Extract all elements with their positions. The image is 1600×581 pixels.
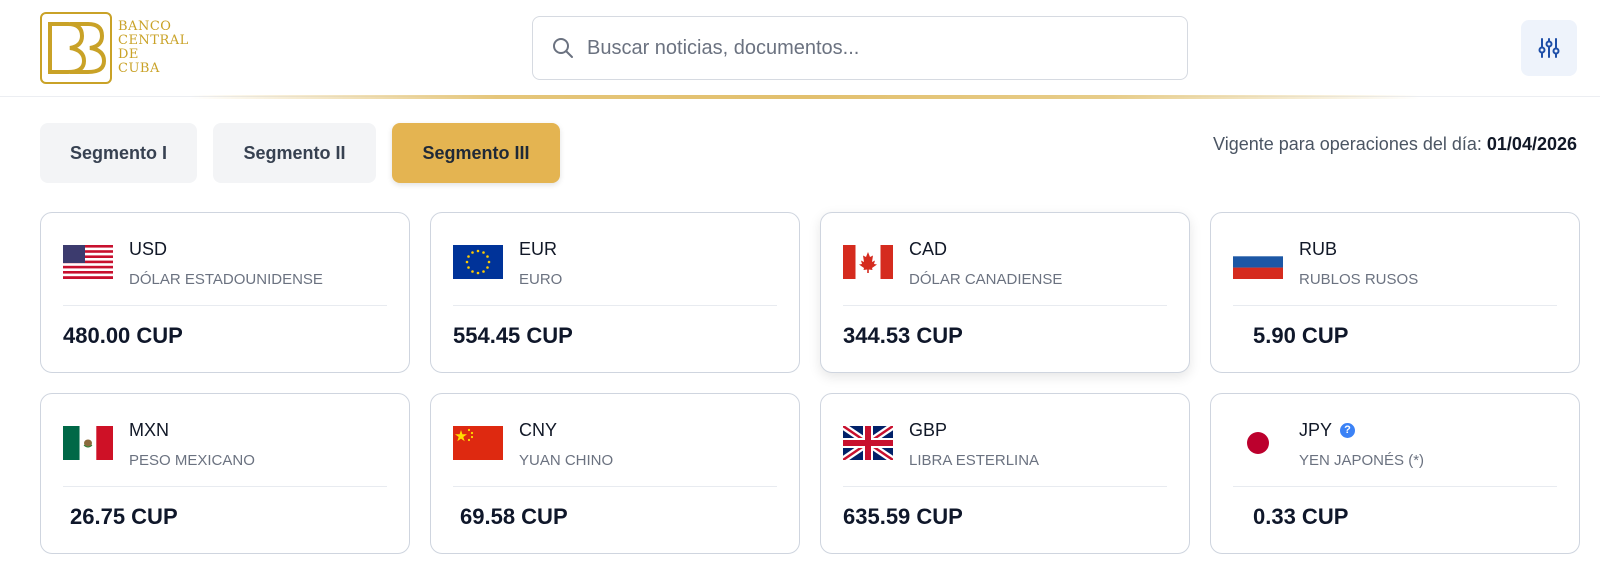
currency-name: DÓLAR CANADIENSE (909, 271, 1063, 288)
currency-code: CNY (519, 420, 558, 440)
currency-code: USD (129, 239, 168, 259)
currency-rate: 69.58 CUP (460, 504, 568, 529)
currency-code: GBP (909, 420, 948, 440)
currency-rate: 0.33 CUP (1253, 504, 1349, 529)
currency-card-usd[interactable]: USD DÓLAR ESTADOUNIDENSE 480.00 CUP (40, 212, 410, 373)
currency-rate: 344.53 CUP (843, 323, 963, 348)
tab-segmento-i[interactable]: Segmento I (40, 123, 197, 183)
currency-name: YEN JAPONÉS (*) (1299, 452, 1425, 469)
currency-name: PESO MEXICANO (129, 452, 255, 469)
currency-name: RUBLOS RUSOS (1299, 271, 1419, 288)
currency-card-rub[interactable]: RUB RUBLOS RUSOS 5.90 CUP (1210, 212, 1580, 373)
header-accent-line (190, 95, 1420, 99)
currency-code-text: JPY (1299, 420, 1333, 440)
card-divider (1233, 305, 1557, 306)
logo-line-2: CENTRAL DE (118, 33, 189, 62)
card-divider (63, 486, 387, 487)
card-divider (63, 305, 387, 306)
currency-name: YUAN CHINO (519, 452, 614, 469)
currency-card-jpy[interactable]: JPY ? YEN JAPONÉS (*) 0.33 CUP (1210, 393, 1580, 554)
currency-card-gbp[interactable]: GBP LIBRA ESTERLINA 635.59 CUP (820, 393, 1190, 554)
card-divider (843, 486, 1167, 487)
logo-line-3: CUBA (118, 61, 160, 76)
tab-segmento-iii[interactable]: Segmento III (392, 123, 560, 183)
currency-grid: USD DÓLAR ESTADOUNIDENSE 480.00 CUP EUR … (40, 212, 1580, 554)
currency-card-mxn[interactable]: MXN PESO MEXICANO 26.75 CUP (40, 393, 410, 554)
bcc-monogram-icon (40, 12, 112, 84)
currency-name: LIBRA ESTERLINA (909, 452, 1040, 469)
cn-flag-icon (453, 426, 503, 460)
search-input[interactable] (587, 36, 1147, 60)
currency-name: EURO (519, 271, 563, 288)
currency-code: JPY ? (1299, 420, 1356, 441)
currency-code: CAD (909, 239, 948, 259)
currency-card-cad[interactable]: CAD DÓLAR CANADIENSE 344.53 CUP (820, 212, 1190, 373)
currency-rate: 480.00 CUP (63, 323, 183, 348)
help-icon[interactable]: ? (1340, 423, 1356, 438)
validity-label: Vigente para operaciones del día: (1213, 134, 1482, 154)
validity-date: 01/04/2026 (1486, 134, 1577, 154)
card-divider (843, 305, 1167, 306)
card-divider (453, 486, 777, 487)
logo-line-1: BANCO (118, 19, 172, 34)
currency-name: DÓLAR ESTADOUNIDENSE (129, 271, 323, 288)
segment-tabs: Segmento I Segmento II Segmento III (40, 123, 560, 183)
site-header: BANCO CENTRAL DE CUBA (0, 0, 1600, 97)
card-divider (1233, 486, 1557, 487)
filter-button[interactable] (1521, 20, 1577, 76)
logo-wordmark: BANCO CENTRAL DE CUBA (118, 20, 205, 76)
currency-code: EUR (519, 239, 558, 259)
currency-code: MXN (129, 420, 169, 440)
currency-rate: 5.90 CUP (1253, 323, 1349, 348)
search-box[interactable] (532, 16, 1188, 80)
tab-segmento-ii[interactable]: Segmento II (213, 123, 376, 183)
mx-flag-icon (63, 426, 113, 460)
card-divider (453, 305, 777, 306)
gb-flag-icon (843, 426, 893, 460)
sliders-icon (1538, 38, 1560, 58)
currency-card-eur[interactable]: EUR EURO 554.45 CUP (430, 212, 800, 373)
us-flag-icon (63, 245, 113, 279)
currency-rate: 635.59 CUP (843, 504, 963, 529)
currency-card-cny[interactable]: CNY YUAN CHINO 69.58 CUP (430, 393, 800, 554)
currency-rate: 26.75 CUP (70, 504, 178, 529)
search-icon (553, 38, 573, 58)
eu-flag-icon (453, 245, 503, 279)
currency-code: RUB (1299, 239, 1338, 259)
ru-flag-icon (1233, 245, 1283, 279)
currency-rate: 554.45 CUP (453, 323, 573, 348)
bcc-logo[interactable]: BANCO CENTRAL DE CUBA (40, 12, 205, 84)
validity-info: Vigente para operaciones del día: 01/04/… (1213, 134, 1577, 155)
ca-flag-icon (843, 245, 893, 279)
jp-flag-icon (1233, 426, 1283, 460)
